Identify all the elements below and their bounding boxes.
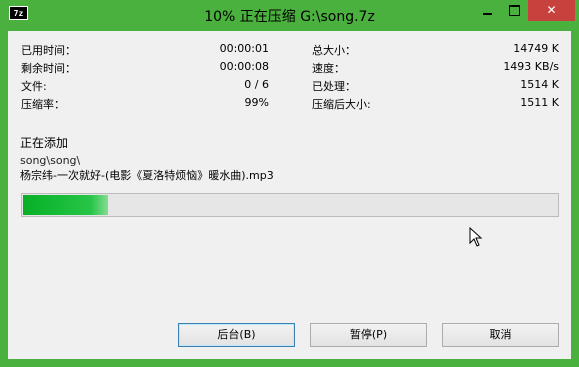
close-icon: ✕ <box>546 3 557 17</box>
mouse-cursor-icon <box>469 227 483 247</box>
maximize-icon <box>509 5 520 16</box>
elapsed-time-value: 00:00:01 <box>219 42 269 55</box>
progress-bar <box>21 193 559 217</box>
compressed-size-label: 压缩后大小: <box>312 98 371 111</box>
speed-value: 1493 KB/s <box>503 60 559 73</box>
processed-label: 已处理： <box>312 80 356 93</box>
processed-value: 1514 K <box>520 78 559 91</box>
dialog-client-area: 已用时间： 00:00:01 剩余时间： 00:00:08 文件: 0 / 6 … <box>8 31 571 359</box>
compression-ratio-label: 压缩率： <box>21 98 65 111</box>
total-size-value: 14749 K <box>513 42 559 55</box>
compressed-size-value: 1511 K <box>520 96 559 109</box>
title-bar[interactable]: 7z 10% 正在压缩 G:\song.7z ✕ <box>0 0 579 30</box>
minimize-icon <box>482 12 492 15</box>
speed-label: 速度： <box>312 62 345 75</box>
background-button[interactable]: 后台(B) <box>178 323 295 347</box>
remaining-time-label: 剩余时间： <box>21 62 76 75</box>
elapsed-time-label: 已用时间： <box>21 44 76 57</box>
total-size-label: 总大小： <box>312 44 356 57</box>
compression-progress-window: 7z 10% 正在压缩 G:\song.7z ✕ 已用时间： 00:00:01 … <box>0 0 579 367</box>
close-button[interactable]: ✕ <box>528 0 575 21</box>
progress-bar-fill <box>23 195 108 215</box>
files-value: 0 / 6 <box>244 78 269 91</box>
current-path: song\song\ <box>20 154 81 167</box>
remaining-time-value: 00:00:08 <box>219 60 269 73</box>
minimize-button[interactable] <box>474 0 500 21</box>
current-file: 杨宗纬-一次就好-(电影《夏洛特烦恼》暖水曲).mp3 <box>20 169 274 182</box>
files-label: 文件: <box>21 80 47 93</box>
compression-ratio-value: 99% <box>244 96 269 109</box>
pause-button[interactable]: 暂停(P) <box>310 323 427 347</box>
cancel-button[interactable]: 取消 <box>442 323 559 347</box>
current-operation-status: 正在添加 <box>20 136 69 150</box>
maximize-button[interactable] <box>501 0 528 21</box>
